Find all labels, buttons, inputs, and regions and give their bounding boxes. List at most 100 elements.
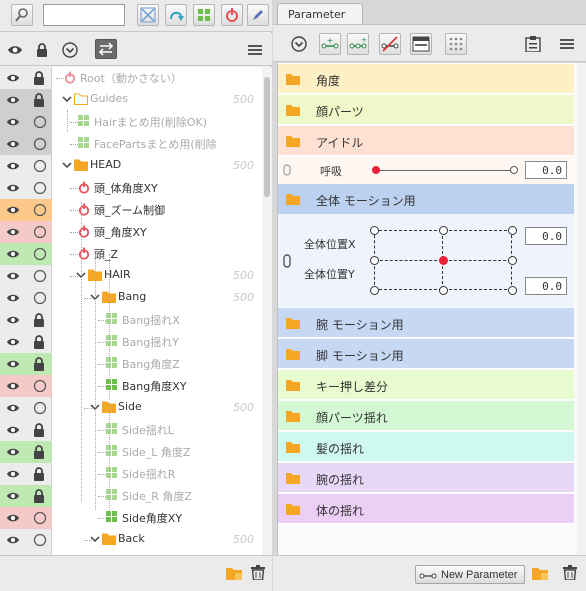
xy-key-point[interactable] (439, 226, 448, 235)
tree-row[interactable]: Back 500 (0, 529, 260, 551)
chevron-down-icon[interactable] (90, 534, 100, 544)
tree-row[interactable]: Side_R 角度Z (0, 485, 260, 507)
lock-icon[interactable] (33, 357, 47, 371)
xy-key-point[interactable] (508, 286, 517, 295)
unlock-circle-icon[interactable] (33, 159, 47, 173)
lock-icon[interactable] (33, 313, 47, 327)
delete-key-button[interactable] (379, 33, 401, 55)
eye-icon[interactable] (6, 314, 20, 326)
art-mesh-button[interactable] (193, 4, 215, 26)
unlock-circle-icon[interactable] (33, 137, 47, 151)
scroll-thumb[interactable] (264, 77, 270, 197)
tree-row[interactable]: FacePartsまとめ用(削除 (0, 133, 260, 155)
clipboard-button[interactable] (522, 33, 544, 55)
unlock-circle-icon[interactable] (33, 379, 47, 393)
eye-icon[interactable] (6, 204, 20, 216)
tree-row[interactable]: Side_L 角度Z (0, 441, 260, 463)
parameter-group[interactable]: 角度 (278, 64, 574, 94)
tree-row[interactable]: 頭_ズーム制御 (0, 199, 260, 221)
lock-icon[interactable] (33, 467, 47, 481)
eye-icon[interactable] (6, 41, 24, 59)
eye-icon[interactable] (6, 138, 20, 150)
unlock-circle-icon[interactable] (33, 181, 47, 195)
tree-row[interactable]: Hairまとめ用(削除OK) (0, 111, 260, 133)
eye-icon[interactable] (6, 248, 20, 260)
group-row-motion[interactable]: 全体 モーション用 (278, 184, 574, 214)
tab-parameter[interactable]: Parameter (277, 3, 363, 24)
xy-current-handle[interactable] (439, 256, 448, 265)
eye-icon[interactable] (6, 358, 20, 370)
param-value-x-field[interactable]: 0.0 (525, 227, 567, 245)
eye-icon[interactable] (6, 292, 20, 304)
parameter-group[interactable]: 腕の揺れ (278, 463, 574, 493)
tree-row[interactable]: 頭_角度XY (0, 221, 260, 243)
tree-row[interactable]: Bang揺れX (0, 309, 260, 331)
xy-key-point[interactable] (370, 256, 379, 265)
tree-row[interactable]: Side揺れL (0, 419, 260, 441)
eye-icon[interactable] (6, 380, 20, 392)
pen-button[interactable] (247, 4, 269, 26)
eye-icon[interactable] (6, 402, 20, 414)
eye-icon[interactable] (6, 116, 20, 128)
parameter-settings-button[interactable] (410, 33, 432, 55)
parameter-group[interactable]: 顔パーツ (278, 95, 574, 125)
eye-icon[interactable] (6, 512, 20, 524)
collapse-all-button[interactable] (288, 33, 310, 55)
unlock-circle-icon[interactable] (33, 115, 47, 129)
parameter-group[interactable]: アイドル (278, 126, 574, 156)
eye-icon[interactable] (6, 182, 20, 194)
search-mode-button[interactable] (11, 4, 33, 26)
new-folder-icon[interactable] (226, 566, 242, 580)
parameter-scrollbar[interactable] (577, 63, 586, 555)
tree-row[interactable]: Bang 500 (0, 287, 260, 309)
lock-icon[interactable] (33, 335, 47, 349)
tree-row[interactable]: 頭_Z (0, 243, 260, 265)
parameter-group[interactable]: 脚 モーション用 (278, 339, 574, 369)
trash-icon[interactable] (251, 565, 265, 580)
tree-row[interactable]: HEAD 500 (0, 155, 260, 177)
xy-key-point[interactable] (370, 286, 379, 295)
tree-row[interactable]: Guides 500 (0, 89, 260, 111)
tree-row[interactable]: 頭_体角度XY (0, 177, 260, 199)
tree-scrollbar[interactable] (262, 67, 272, 555)
eye-icon[interactable] (6, 446, 20, 458)
eye-icon[interactable] (6, 270, 20, 282)
slider-track[interactable] (376, 170, 514, 171)
xy-key-point[interactable] (508, 256, 517, 265)
lock-icon[interactable] (33, 71, 47, 85)
tree-row[interactable]: Bang角度Z (0, 353, 260, 375)
chevron-down-icon[interactable] (62, 160, 72, 170)
parameter-group[interactable]: キー押し差分 (278, 370, 574, 400)
lock-icon[interactable] (33, 445, 47, 459)
unlock-circle-icon[interactable] (33, 247, 47, 261)
eye-icon[interactable] (6, 72, 20, 84)
param-row-breath[interactable]: 呼吸 0.0 (278, 156, 574, 184)
slider-handle[interactable] (372, 166, 380, 174)
param-value-y-field[interactable]: 0.0 (525, 277, 567, 295)
chevron-down-icon[interactable] (62, 94, 72, 104)
parameter-group[interactable]: 腕 モーション用 (278, 308, 574, 338)
tree-row[interactable]: Root（動かさない） (0, 67, 260, 89)
parameter-group[interactable]: 髪の揺れ (278, 432, 574, 462)
slider-end-key[interactable] (510, 166, 518, 174)
menu-icon[interactable] (246, 41, 264, 59)
eye-icon[interactable] (6, 336, 20, 348)
lock-icon[interactable] (33, 93, 47, 107)
link-button[interactable] (165, 4, 187, 26)
tree-row[interactable]: Bang揺れY (0, 331, 260, 353)
unlock-circle-icon[interactable] (33, 533, 47, 547)
dot-grid-button[interactable] (445, 33, 467, 55)
rotation-deformer-button[interactable] (221, 4, 243, 26)
cross-arrows-button[interactable] (137, 4, 159, 26)
search-input[interactable] (43, 4, 125, 26)
collapse-circle-icon[interactable] (61, 41, 79, 59)
unlock-circle-icon[interactable] (33, 203, 47, 217)
tree-row[interactable]: Side角度XY (0, 507, 260, 529)
xy-key-point[interactable] (439, 286, 448, 295)
trash-icon[interactable] (563, 565, 577, 580)
unlock-circle-icon[interactable] (33, 225, 47, 239)
tree-row[interactable]: Side揺れR (0, 463, 260, 485)
eye-icon[interactable] (6, 468, 20, 480)
unlock-circle-icon[interactable] (33, 401, 47, 415)
new-parameter-button[interactable]: New Parameter (415, 565, 525, 584)
